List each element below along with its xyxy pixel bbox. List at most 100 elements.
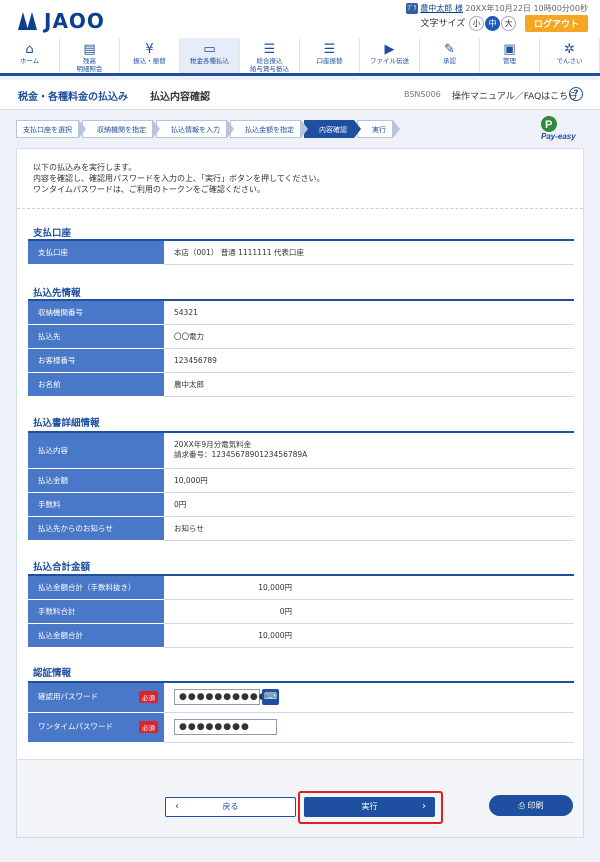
nav-label: ファイル伝送 bbox=[370, 57, 409, 65]
screen-id: BSNS006 bbox=[404, 90, 441, 99]
nav-item-debit[interactable]: ☰ 口座振替 bbox=[300, 38, 360, 73]
nav-label: 残高 明細照会 bbox=[76, 57, 103, 73]
account-section-title: 支払口座 bbox=[33, 228, 72, 239]
page-header: 税金・各種料金の払込み 払込内容確認 BSNS006 操作マニュアル／FAQはこ… bbox=[0, 80, 600, 110]
nav-label: でんさい bbox=[556, 57, 583, 65]
row-label: お名前 bbox=[28, 372, 164, 397]
debit-icon: ☰ bbox=[323, 42, 336, 57]
row-label: 払込先 bbox=[28, 324, 164, 349]
step-1: 支払口座を選択 bbox=[16, 120, 86, 138]
table-row: 支払口座 本店（001） 普通 1111111 代表口座 bbox=[28, 240, 574, 265]
approve-icon: ✎ bbox=[444, 42, 455, 57]
table-row: 払込先 〇〇電力 bbox=[28, 324, 574, 349]
print-button[interactable]: ⎙ 印刷 bbox=[489, 795, 573, 816]
row-label: 手数料合計 bbox=[28, 599, 164, 624]
user-name-link[interactable]: 農中太郎 様 bbox=[420, 4, 463, 13]
step-6: 実行 bbox=[357, 120, 400, 138]
help-link[interactable]: 操作マニュアル／FAQはこちら bbox=[452, 89, 577, 102]
font-size-small-button[interactable]: 小 bbox=[469, 16, 485, 31]
row-label: 払込内容 bbox=[28, 432, 164, 469]
nav-item-admin[interactable]: ▣ 管理 bbox=[480, 38, 540, 73]
font-size-label: 文字サイズ bbox=[420, 19, 466, 29]
detail-section-title: 払込書詳細情報 bbox=[33, 418, 100, 429]
nav-item-balance[interactable]: ▤ 残高 明細照会 bbox=[60, 38, 120, 73]
spacer bbox=[298, 575, 574, 600]
total-section-title: 払込合計金額 bbox=[33, 562, 91, 573]
nav-item-home[interactable]: ⌂ ホーム bbox=[0, 38, 60, 73]
font-size-large-button[interactable]: 大 bbox=[501, 16, 517, 31]
nav-item-e-sign[interactable]: ✲ でんさい bbox=[540, 38, 600, 73]
row-label: 払込金額合計 bbox=[28, 623, 164, 648]
row-value: 20XX年9月分電気料金 請求番号：1234567890123456789A bbox=[164, 432, 574, 469]
spacer bbox=[298, 623, 574, 648]
nav-label: ホーム bbox=[19, 57, 40, 65]
table-row: お客様番号 123456789 bbox=[28, 348, 574, 373]
execute-button[interactable]: 実行 › bbox=[304, 797, 435, 817]
software-keyboard-icon[interactable]: ⌨ bbox=[262, 689, 279, 706]
help-icon[interactable]: ? bbox=[569, 87, 583, 101]
nav-label: 口座振替 bbox=[316, 57, 343, 65]
row-value: 農中太郎 bbox=[164, 372, 574, 397]
table-row: 手数料 0円 bbox=[28, 492, 574, 517]
admin-icon: ▣ bbox=[503, 42, 516, 57]
back-label: 戻る bbox=[222, 802, 239, 811]
row-label: 手数料 bbox=[28, 492, 164, 517]
row-label: 払込金額合計（手数料抜き） bbox=[28, 575, 164, 600]
file-icon: ▶ bbox=[384, 42, 395, 57]
row-value: ●●●●●●●●●●⌨ bbox=[164, 682, 574, 713]
row-value: 0円 bbox=[164, 492, 574, 517]
step-4: 払込金額を指定 bbox=[230, 120, 308, 138]
row-value: 10,000円 bbox=[164, 468, 574, 493]
section-title: 税金・各種料金の払込み bbox=[18, 92, 128, 103]
row-label: 支払口座 bbox=[28, 240, 164, 265]
svg-text:Pay-easy: Pay-easy bbox=[541, 132, 576, 141]
nav-item-file[interactable]: ▶ ファイル伝送 bbox=[360, 38, 420, 73]
payee-table: 収納機関番号 54321 払込先 〇〇電力 お客様番号 123456789 お名前 農中… bbox=[28, 299, 574, 397]
payee-section-title: 払込先情報 bbox=[33, 288, 81, 299]
bulk-transfer-icon: ☰ bbox=[263, 42, 276, 57]
print-label: 印刷 bbox=[527, 801, 544, 810]
nav-label: 管理 bbox=[503, 57, 516, 65]
top-bar: JAOO ﾌﾞﾗ 農中太郎 様 20XX年10月22日 10時00分00秒 文字… bbox=[0, 0, 600, 38]
row-value: 0円 bbox=[164, 599, 298, 624]
chevron-right-icon: › bbox=[422, 801, 426, 812]
one-time-password-input[interactable]: ●●●●●●●● bbox=[174, 719, 277, 735]
required-badge: 必須 bbox=[139, 691, 158, 704]
global-nav: ⌂ ホーム ▤ 残高 明細照会 ¥ 振込・振替 ▭ 税金各種払込 ☰ 総合振込 給与賞与振込 ☰ 口座… bbox=[0, 38, 600, 76]
brand-logo[interactable]: JAOO bbox=[18, 9, 105, 33]
otp-label: ワンタイムパスワード bbox=[38, 722, 113, 731]
font-size-switcher: 文字サイズ 小中大 ログアウト bbox=[420, 15, 588, 32]
nav-item-tax[interactable]: ▭ 税金各種払込 bbox=[180, 38, 240, 73]
row-value: お知らせ bbox=[164, 516, 574, 541]
intro-line: ワンタイムパスワードは、ご利用のトークンをご確認ください。 bbox=[33, 185, 265, 194]
step-2: 収納機関を指定 bbox=[82, 120, 160, 138]
row-label: ワンタイムパスワード 必須 bbox=[28, 712, 164, 743]
row-label: 払込金額 bbox=[28, 468, 164, 493]
step-5: 内容確認 bbox=[304, 120, 361, 138]
yen-icon: ¥ bbox=[145, 42, 154, 57]
nav-item-yen[interactable]: ¥ 振込・振替 bbox=[120, 38, 180, 73]
intro-text: 以下の払込みを実行します。 内容を確認し、確認用パスワードを入力の上、「実行」ボ… bbox=[33, 162, 325, 195]
auth-table: 確認用パスワード 必須 ●●●●●●●●●●⌨ ワンタイムパスワード 必須 ●●●●●●… bbox=[28, 681, 574, 743]
nav-item-bulk-transfer[interactable]: ☰ 総合振込 給与賞与振込 bbox=[240, 38, 300, 73]
intro-line: 内容を確認し、確認用パスワードを入力の上、「実行」ボタンを押してください。 bbox=[33, 174, 325, 183]
detail-content: 20XX年9月分電気料金 bbox=[174, 440, 252, 450]
balance-icon: ▤ bbox=[83, 42, 96, 57]
divider bbox=[17, 208, 583, 209]
row-value: 10,000円 bbox=[164, 623, 298, 648]
row-label: 払込先からのお知らせ bbox=[28, 516, 164, 541]
logout-button[interactable]: ログアウト bbox=[524, 15, 588, 32]
row-label: お客様番号 bbox=[28, 348, 164, 373]
nav-item-approve[interactable]: ✎ 承認 bbox=[420, 38, 480, 73]
nav-label: 振込・振替 bbox=[133, 57, 166, 65]
home-icon: ⌂ bbox=[25, 42, 34, 57]
font-size-medium-button[interactable]: 中 bbox=[485, 16, 501, 31]
table-row: お名前 農中太郎 bbox=[28, 372, 574, 397]
back-button[interactable]: ‹ 戻る bbox=[165, 797, 296, 817]
table-row: 確認用パスワード 必須 ●●●●●●●●●●⌨ bbox=[28, 682, 574, 713]
user-info: ﾌﾞﾗ 農中太郎 様 20XX年10月22日 10時00分00秒 bbox=[405, 3, 588, 14]
nav-label: 総合振込 給与賞与振込 bbox=[250, 57, 289, 73]
tax-icon: ▭ bbox=[203, 42, 216, 57]
user-badge: ﾌﾞﾗ bbox=[405, 3, 418, 14]
confirm-password-input[interactable]: ●●●●●●●●●● bbox=[174, 689, 267, 706]
